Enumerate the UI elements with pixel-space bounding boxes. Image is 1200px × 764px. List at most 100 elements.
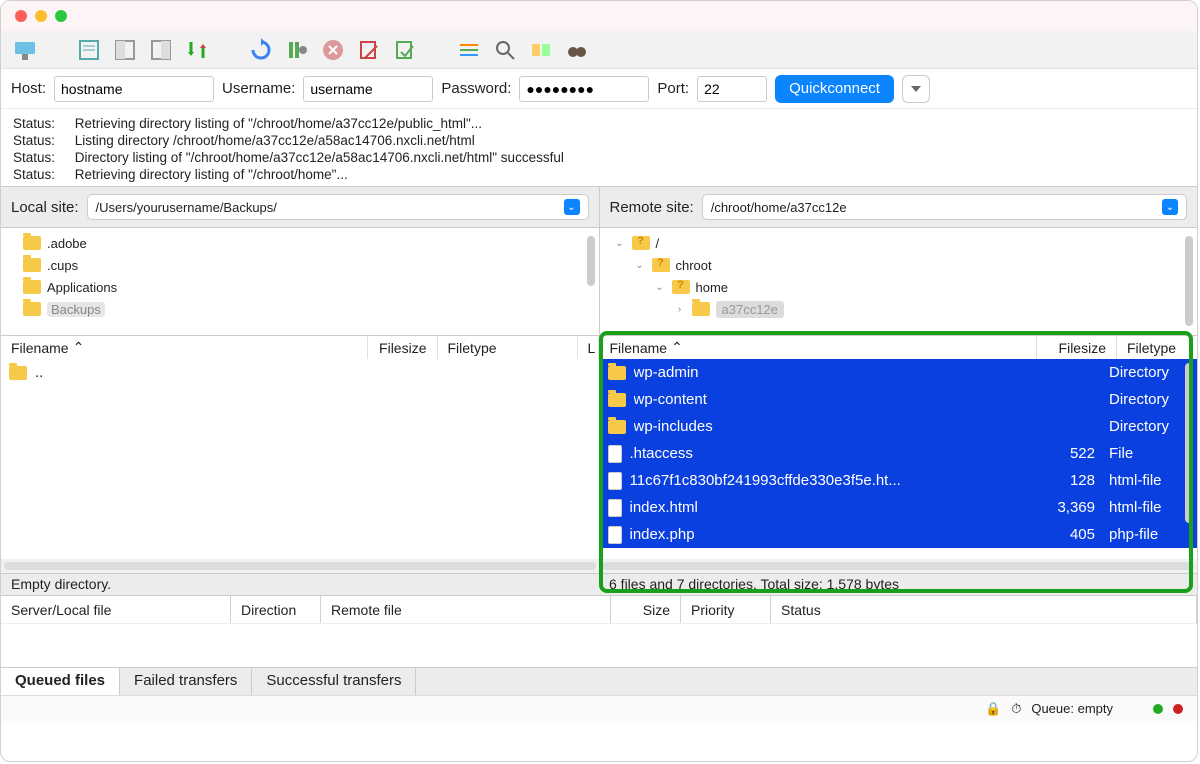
chevron-down-icon[interactable]: ⌄ (564, 199, 580, 215)
col-size[interactable]: Size (611, 596, 681, 623)
list-item[interactable]: wp-adminDirectory (600, 359, 1198, 386)
scrollbar[interactable] (4, 562, 596, 570)
port-label: Port: (657, 80, 689, 97)
username-label: Username: (222, 80, 295, 97)
parent-dir[interactable]: .. (35, 364, 599, 381)
indicator-green (1153, 704, 1163, 714)
remote-site-path: /chroot/home/a37cc12e (711, 200, 847, 215)
local-site-label: Local site: (11, 199, 79, 216)
col-remote[interactable]: Remote file (321, 596, 611, 623)
transfer-tabs: Queued files Failed transfers Successful… (1, 667, 1197, 695)
indicator-red (1173, 704, 1183, 714)
file-icon (608, 499, 622, 517)
col-server[interactable]: Server/Local file (1, 596, 231, 623)
queue-status: Queue: empty (1031, 701, 1113, 716)
folder-icon (23, 280, 41, 294)
tree-node[interactable]: home (696, 280, 729, 295)
col-filesize[interactable]: Filesize (379, 340, 426, 356)
toggle-log-icon[interactable] (75, 36, 103, 64)
titlebar (1, 1, 1197, 31)
col-last[interactable]: L (588, 340, 596, 356)
remote-tree[interactable]: ⌄?/ ⌄?chroot ⌄?home ›a37cc12e (600, 228, 1198, 335)
tab-success[interactable]: Successful transfers (252, 668, 416, 695)
toggle-local-tree-icon[interactable] (111, 36, 139, 64)
tree-node-selected[interactable]: a37cc12e (716, 301, 784, 318)
col-filename[interactable]: Filename (610, 340, 668, 356)
list-item[interactable]: wp-includesDirectory (600, 413, 1198, 440)
tree-node[interactable]: Applications (47, 280, 117, 295)
scrollbar[interactable] (1185, 363, 1193, 523)
host-input[interactable] (54, 76, 214, 102)
cancel-icon[interactable] (319, 36, 347, 64)
list-item[interactable]: index.html3,369html-file (600, 494, 1198, 521)
scrollbar[interactable] (602, 562, 1194, 570)
remote-list-header: Filename ⌃ Filesize Filetype (600, 336, 1198, 359)
list-item[interactable]: .htaccess522File (600, 440, 1198, 467)
scrollbar[interactable] (1185, 236, 1193, 326)
tab-queued[interactable]: Queued files (1, 668, 120, 695)
folder-icon (608, 393, 626, 407)
tree-node[interactable]: / (656, 236, 660, 251)
col-filesize[interactable]: Filesize (1059, 340, 1106, 356)
site-manager-icon[interactable] (11, 36, 39, 64)
reconnect-icon[interactable] (391, 36, 419, 64)
remote-site-label: Remote site: (610, 199, 694, 216)
toolbar (1, 31, 1197, 69)
toggle-queue-icon[interactable] (183, 36, 211, 64)
file-icon (608, 445, 622, 463)
tab-failed[interactable]: Failed transfers (120, 668, 252, 695)
quickconnect-button[interactable]: Quickconnect (775, 75, 894, 103)
remote-file-list[interactable]: wp-adminDirectorywp-contentDirectorywp-i… (600, 359, 1198, 559)
search-icon[interactable] (491, 36, 519, 64)
queue-list[interactable] (1, 623, 1197, 667)
queue-header: Server/Local file Direction Remote file … (1, 595, 1197, 623)
tree-node[interactable]: .cups (47, 258, 78, 273)
username-input[interactable] (303, 76, 433, 102)
folder-icon (23, 258, 41, 272)
folder-icon (9, 366, 27, 380)
lock-icon: 🔒 (985, 701, 1001, 717)
list-item[interactable]: index.php405php-file (600, 521, 1198, 548)
file-icon (608, 472, 622, 490)
folder-icon (23, 236, 41, 250)
toggle-remote-tree-icon[interactable] (147, 36, 175, 64)
col-status[interactable]: Status (771, 596, 1197, 623)
tree-node[interactable]: chroot (676, 258, 712, 273)
scrollbar[interactable] (587, 236, 595, 286)
sort-asc-icon: ⌃ (73, 339, 85, 356)
list-item[interactable]: 11c67f1c830bf241993cffde330e3f5e.ht...12… (600, 467, 1198, 494)
col-filename[interactable]: Filename (11, 340, 69, 356)
remote-site-input[interactable]: /chroot/home/a37cc12e ⌄ (702, 194, 1187, 220)
host-label: Host: (11, 80, 46, 97)
col-direction[interactable]: Direction (231, 596, 321, 623)
password-input[interactable] (519, 76, 649, 102)
port-input[interactable] (697, 76, 767, 102)
local-file-list[interactable]: .. (1, 359, 600, 559)
sort-asc-icon: ⌃ (671, 339, 683, 356)
minimize-icon[interactable] (35, 10, 47, 22)
process-queue-icon[interactable] (283, 36, 311, 64)
col-filetype[interactable]: Filetype (448, 340, 497, 356)
chevron-down-icon[interactable]: ⌄ (1162, 199, 1178, 215)
folder-icon (608, 366, 626, 380)
tree-node[interactable]: .adobe (47, 236, 87, 251)
tree-node[interactable]: Backups (47, 302, 105, 317)
filter-icon[interactable] (455, 36, 483, 64)
maximize-icon[interactable] (55, 10, 67, 22)
refresh-icon[interactable] (247, 36, 275, 64)
compare-icon[interactable] (527, 36, 555, 64)
statusbar: 🔒 ⏱ Queue: empty (1, 695, 1197, 721)
binoculars-icon[interactable] (563, 36, 591, 64)
password-label: Password: (441, 80, 511, 97)
message-log[interactable]: Status: Retrieving directory listing of … (1, 109, 1197, 187)
close-icon[interactable] (15, 10, 27, 22)
local-site-input[interactable]: /Users/yourusername/Backups/ ⌄ (87, 194, 589, 220)
folder-icon (23, 302, 41, 316)
list-item[interactable]: wp-contentDirectory (600, 386, 1198, 413)
remote-status: 6 files and 7 directories. Total size: 1… (599, 574, 1197, 595)
col-priority[interactable]: Priority (681, 596, 771, 623)
col-filetype[interactable]: Filetype (1127, 340, 1176, 356)
local-tree[interactable]: .adobe .cups Applications Backups (1, 228, 600, 335)
disconnect-icon[interactable] (355, 36, 383, 64)
quickconnect-dropdown[interactable] (902, 75, 930, 103)
